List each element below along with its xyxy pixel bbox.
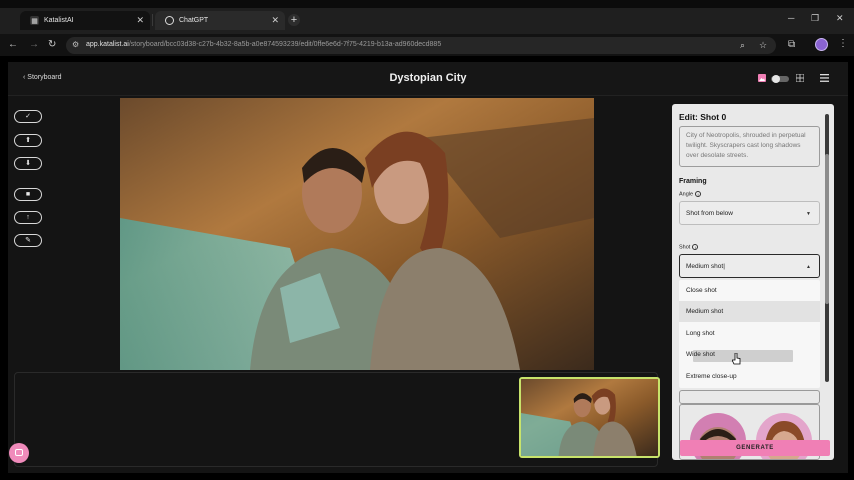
- shot-dropdown-menu: Close shot Medium shot Long shot Wide sh…: [679, 280, 820, 388]
- restore-icon[interactable]: ❐: [811, 13, 819, 24]
- option-wide-shot[interactable]: Wide shot: [679, 344, 820, 365]
- check-tool-button[interactable]: ✓: [14, 110, 42, 123]
- framing-heading: Framing: [679, 178, 707, 185]
- info-icon[interactable]: i: [692, 244, 699, 250]
- back-arrow-icon[interactable]: ←: [8, 39, 18, 51]
- profile-avatar[interactable]: [815, 38, 828, 51]
- tab-label: KatalistAI: [44, 17, 74, 24]
- option-extreme-close-up[interactable]: Extreme close-up: [679, 366, 820, 387]
- angle-label: Angle i: [679, 191, 702, 197]
- angle-select[interactable]: Shot from below ▼: [679, 201, 820, 225]
- close-window-icon[interactable]: ✕: [836, 13, 844, 24]
- forward-arrow-icon[interactable]: →: [29, 39, 39, 51]
- chevron-up-icon: ▲: [806, 264, 811, 270]
- reload-icon[interactable]: ↻: [48, 39, 56, 51]
- tab-katalist[interactable]: ▦ KatalistAI ✕: [20, 11, 150, 30]
- download-tool-button[interactable]: ⬇: [14, 157, 42, 170]
- option-long-shot[interactable]: Long shot: [679, 323, 820, 344]
- character-select-field[interactable]: [679, 390, 820, 404]
- katalist-favicon: ▦: [30, 16, 39, 25]
- zoom-icon[interactable]: ⌕: [740, 40, 745, 51]
- edit-shot-panel: Edit: Shot 0 City of Neotropolis, shroud…: [672, 104, 834, 460]
- chevron-down-icon: ▼: [806, 211, 811, 217]
- upload-tool-button[interactable]: ⬆: [14, 134, 42, 147]
- url-text: app.katalist.ai/storyboard/bcc03d38-c27b…: [86, 41, 442, 48]
- view-toggle[interactable]: [771, 75, 791, 83]
- option-medium-shot[interactable]: Medium shot: [679, 301, 820, 322]
- image-icon[interactable]: [758, 74, 766, 82]
- chatgpt-favicon: [165, 16, 174, 25]
- extensions-icon[interactable]: ⧉: [788, 39, 795, 50]
- storyboard-editor: ‹ Storyboard Dystopian City ✓ ⬆ ⬇ ■ ↑ ✎: [8, 62, 848, 473]
- stop-tool-button[interactable]: ■: [14, 188, 42, 201]
- pin-tool-button[interactable]: ↑: [14, 211, 42, 224]
- close-tab-icon[interactable]: ✕: [136, 15, 144, 25]
- address-bar: ← → ↻ ⚙ app.katalist.ai/storyboard/bcc03…: [0, 34, 854, 56]
- browser-menu-icon[interactable]: ⋮: [838, 38, 848, 49]
- close-tab-icon[interactable]: ✕: [271, 15, 279, 25]
- info-icon[interactable]: i: [695, 191, 702, 197]
- minimize-icon[interactable]: ─: [788, 13, 794, 23]
- menu-icon[interactable]: [820, 74, 829, 82]
- shot-label: Shot i: [679, 244, 699, 250]
- tab-label: ChatGPT: [179, 17, 209, 24]
- app-header: ‹ Storyboard Dystopian City: [8, 62, 848, 96]
- chat-icon: [15, 449, 23, 456]
- new-tab-button[interactable]: +: [288, 14, 300, 26]
- panel-scrollbar[interactable]: [825, 114, 829, 382]
- grid-view-icon[interactable]: [796, 74, 804, 82]
- generate-button[interactable]: GENERATE: [680, 440, 830, 456]
- tab-chatgpt[interactable]: ChatGPT ✕: [155, 11, 285, 30]
- option-close-shot[interactable]: Close shot: [679, 280, 820, 301]
- shot-description-field[interactable]: City of Neotropolis, shrouded in perpetu…: [679, 126, 820, 167]
- shot-thumbnail[interactable]: [519, 377, 660, 458]
- edit-pencil-button[interactable]: ✎: [14, 234, 42, 247]
- browser-tab-bar: ▦ KatalistAI ✕ ChatGPT ✕ + ─ ❐ ✕: [0, 0, 854, 34]
- site-info-icon[interactable]: ⚙: [72, 40, 82, 50]
- bookmark-star-icon[interactable]: ☆: [759, 40, 767, 51]
- url-field[interactable]: ⚙ app.katalist.ai/storyboard/bcc03d38-c2…: [66, 37, 776, 54]
- panel-title: Edit: Shot 0: [679, 112, 727, 122]
- hand-cursor-icon: [732, 353, 741, 365]
- page-title: Dystopian City: [389, 72, 467, 84]
- shot-image[interactable]: [120, 98, 594, 370]
- shot-select[interactable]: Medium shot| ▲: [679, 254, 820, 278]
- chat-support-button[interactable]: [9, 443, 29, 463]
